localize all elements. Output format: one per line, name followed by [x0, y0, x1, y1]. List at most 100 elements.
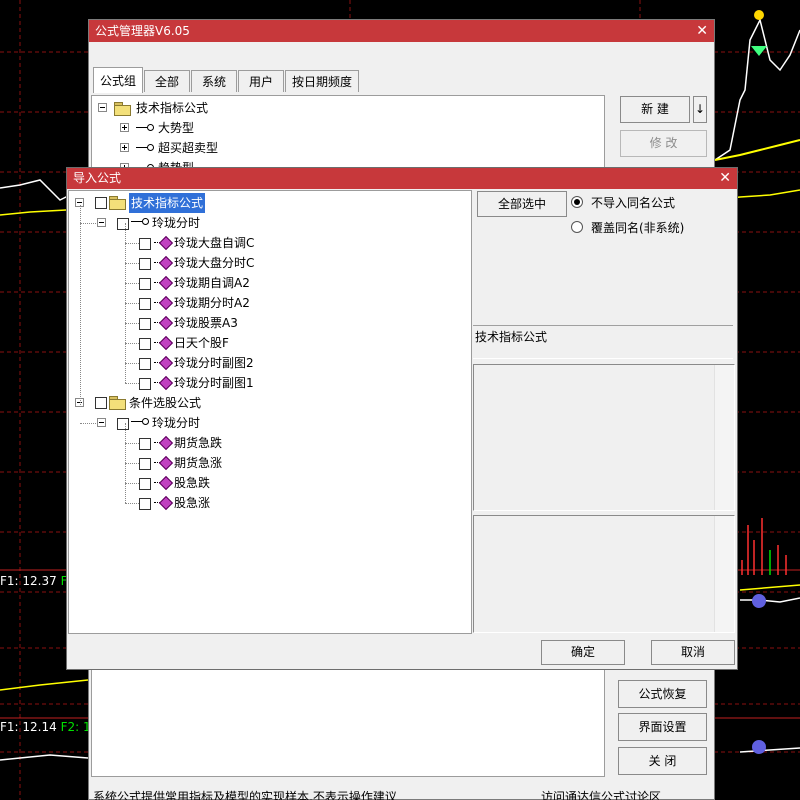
- tree-label: 技术指标公式: [136, 101, 209, 115]
- tree-label: 玲珑股票A3: [174, 316, 238, 330]
- tab-formula-group[interactable]: 公式组: [93, 67, 143, 93]
- folder-checkbox[interactable]: [95, 397, 107, 409]
- folder-checkbox[interactable]: [95, 197, 107, 209]
- formula-icon: [154, 337, 172, 349]
- tree-label: 玲珑期自调A2: [174, 276, 250, 290]
- tree-connector: [125, 443, 139, 444]
- tree-row-group[interactable]: 超买超卖型: [92, 138, 392, 158]
- scrollbar[interactable]: [714, 365, 734, 510]
- folder-icon: [109, 396, 126, 410]
- tab-system[interactable]: 系统: [191, 70, 237, 92]
- tree-row-group[interactable]: 玲珑分时: [69, 213, 469, 233]
- option-skip-duplicates[interactable]: 不导入同名公式: [571, 194, 731, 212]
- formula-checkbox[interactable]: [139, 338, 151, 350]
- formula-checkbox[interactable]: [139, 278, 151, 290]
- new-dropdown-button[interactable]: ↓: [693, 96, 707, 123]
- indicator-label-1: F1: 12.37 F2: [0, 574, 75, 588]
- ok-button[interactable]: 确定: [541, 640, 625, 665]
- expand-icon[interactable]: [120, 143, 129, 152]
- tree-row-group[interactable]: 玲珑分时: [69, 413, 469, 433]
- import-formula-tree[interactable]: 技术指标公式 玲珑分时 玲珑大盘自调C 玲珑大盘分时C 玲珑期自调A2 玲珑期分时A2 玲珑…: [68, 190, 472, 634]
- selected-group-info: 技术指标公式: [473, 325, 733, 359]
- new-button[interactable]: 新 建: [620, 96, 690, 123]
- tree-label: 玲珑分时: [152, 216, 201, 230]
- tree-row-formula[interactable]: 玲珑大盘分时C: [69, 253, 469, 273]
- close-icon[interactable]: ✕: [719, 168, 731, 189]
- formula-checkbox[interactable]: [139, 258, 151, 270]
- tree-connector: [80, 423, 96, 424]
- formula-icon: [154, 377, 172, 389]
- formula-group-icon: [136, 123, 154, 133]
- tree-row-folder[interactable]: 技术指标公式: [92, 98, 392, 118]
- formula-icon: [154, 357, 172, 369]
- formula-checkbox[interactable]: [139, 318, 151, 330]
- series-line: [739, 584, 800, 591]
- formula-params-panel: [473, 515, 735, 633]
- folder-icon: [109, 196, 126, 210]
- tree-row-formula[interactable]: 玲珑期自调A2: [69, 273, 469, 293]
- formula-checkbox[interactable]: [139, 438, 151, 450]
- collapse-icon[interactable]: [97, 218, 106, 227]
- face-icon: [752, 740, 766, 754]
- face-icon: [752, 594, 766, 608]
- modify-button[interactable]: 修 改: [620, 130, 707, 157]
- forum-link[interactable]: 访问通达信公式讨论区: [541, 788, 661, 800]
- tree-row-formula[interactable]: 玲珑分时副图2: [69, 353, 469, 373]
- formula-checkbox[interactable]: [139, 298, 151, 310]
- formula-checkbox[interactable]: [139, 478, 151, 490]
- ui-settings-button[interactable]: 界面设置: [618, 713, 707, 741]
- formula-checkbox[interactable]: [139, 458, 151, 470]
- expand-icon[interactable]: [120, 123, 129, 132]
- indicator-f1-value: F1: 12.14: [0, 720, 57, 734]
- tab-all[interactable]: 全部: [144, 70, 190, 92]
- radio-skip-duplicates[interactable]: [571, 196, 583, 208]
- tree-label: 玲珑分时副图2: [174, 356, 254, 370]
- option-overwrite-duplicates[interactable]: 覆盖同名(非系统): [571, 219, 731, 237]
- tree-row-formula[interactable]: 期货急跌: [69, 433, 469, 453]
- tree-connector: [125, 283, 139, 284]
- tree-row-formula[interactable]: 股急涨: [69, 493, 469, 513]
- formula-checkbox[interactable]: [139, 358, 151, 370]
- formula-checkbox[interactable]: [139, 378, 151, 390]
- status-disclaimer: 系统公式提供常用指标及模型的实现样本,不表示操作建议: [93, 790, 397, 800]
- tree-row-folder[interactable]: 条件选股公式: [69, 393, 469, 413]
- tree-connector: [125, 423, 126, 503]
- formula-restore-button[interactable]: 公式恢复: [618, 680, 707, 708]
- tree-label: 期货急跌: [174, 436, 223, 450]
- formula-checkbox[interactable]: [139, 238, 151, 250]
- tree-row-formula[interactable]: 玲珑期分时A2: [69, 293, 469, 313]
- collapse-icon[interactable]: [97, 418, 106, 427]
- cancel-button[interactable]: 取消: [651, 640, 735, 665]
- folder-icon: [114, 102, 131, 116]
- tab-user[interactable]: 用户: [238, 70, 284, 92]
- tree-row-formula[interactable]: 玲珑分时副图1: [69, 373, 469, 393]
- tree-connector: [125, 343, 139, 344]
- tree-row-folder[interactable]: 技术指标公式: [69, 193, 469, 213]
- close-button[interactable]: 关 闭: [618, 747, 707, 775]
- tree-row-formula[interactable]: 玲珑股票A3: [69, 313, 469, 333]
- formula-manager-titlebar: 公式管理器V6.05 ✕: [89, 20, 714, 42]
- tree-label: 股急涨: [174, 496, 211, 510]
- tab-by-date-frequency[interactable]: 按日期频度: [285, 70, 359, 92]
- formula-icon: [154, 257, 172, 269]
- formula-group-icon: [136, 143, 154, 153]
- tree-row-formula[interactable]: 日天个股F: [69, 333, 469, 353]
- tree-row-formula[interactable]: 股急跌: [69, 473, 469, 493]
- tree-connector: [125, 363, 139, 364]
- series-line: [0, 209, 67, 216]
- tree-row-formula[interactable]: 期货急涨: [69, 453, 469, 473]
- scrollbar[interactable]: [714, 516, 734, 632]
- radio-overwrite-duplicates[interactable]: [571, 221, 583, 233]
- tree-row-group[interactable]: 大势型: [92, 118, 392, 138]
- select-all-button[interactable]: 全部选中: [477, 191, 567, 217]
- series-line: [714, 139, 800, 161]
- collapse-icon[interactable]: [98, 103, 107, 112]
- series-line: [739, 747, 800, 753]
- formula-checkbox[interactable]: [139, 498, 151, 510]
- group-checkbox[interactable]: [117, 418, 129, 430]
- tree-row-formula[interactable]: 玲珑大盘自调C: [69, 233, 469, 253]
- close-icon[interactable]: ✕: [696, 20, 708, 42]
- group-checkbox[interactable]: [117, 218, 129, 230]
- formula-description-panel: [473, 364, 735, 511]
- tree-label: 技术指标公式: [129, 193, 206, 213]
